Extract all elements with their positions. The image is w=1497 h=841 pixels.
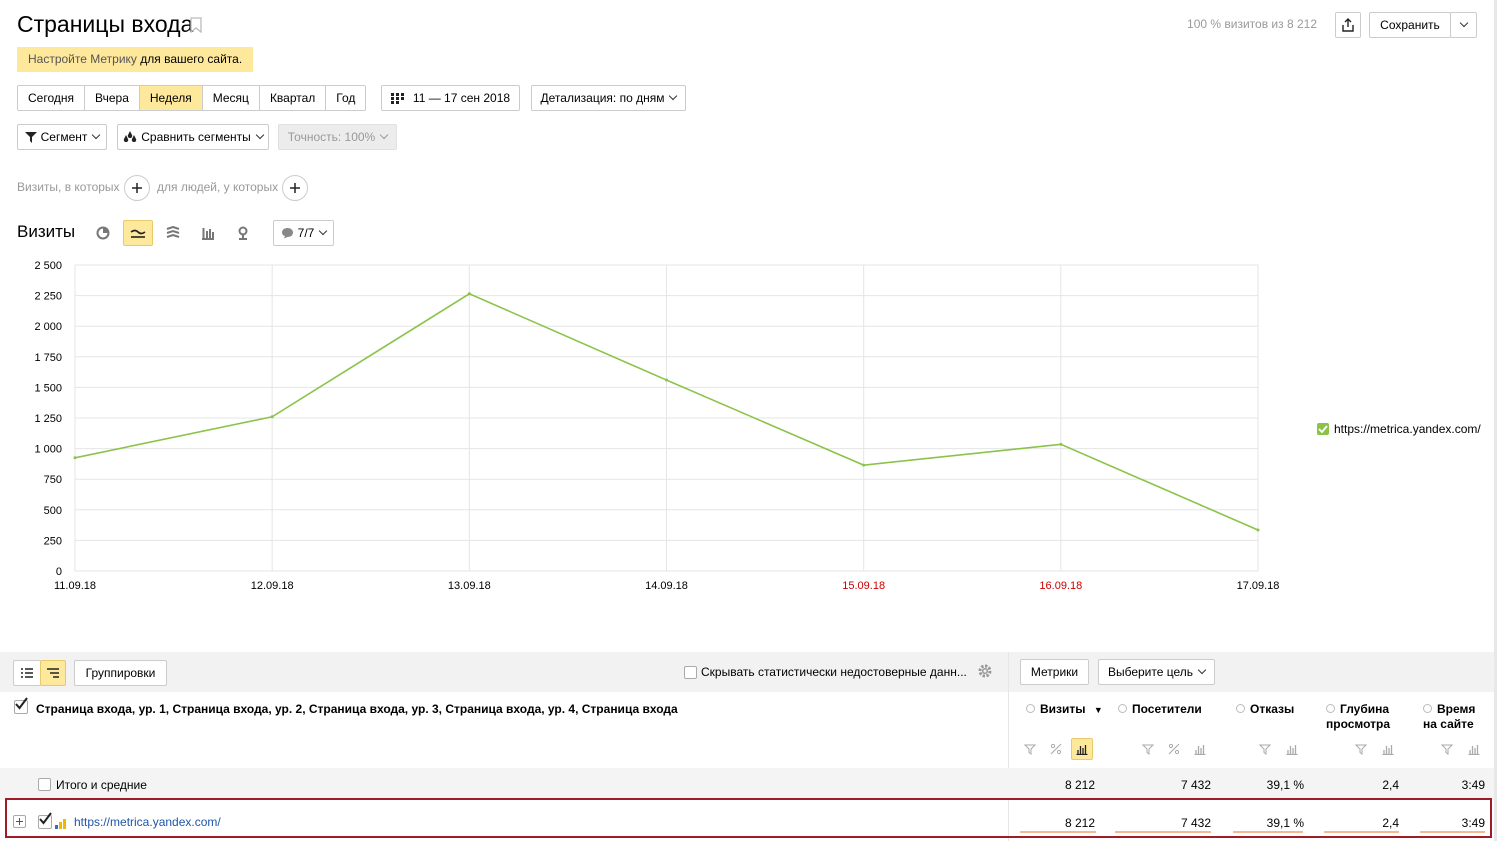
column-bar-chart-icon[interactable] bbox=[1189, 738, 1211, 760]
column-bounces[interactable]: Отказы bbox=[1236, 702, 1294, 717]
totals-checkbox[interactable] bbox=[38, 778, 51, 791]
data-point bbox=[467, 292, 471, 296]
data-point bbox=[665, 378, 668, 382]
row-color-bars-icon bbox=[55, 816, 67, 834]
groupings-button[interactable]: Группировки bbox=[74, 660, 167, 686]
column-filter-icon[interactable] bbox=[1019, 738, 1041, 760]
hide-unreliable-checkbox[interactable] bbox=[684, 666, 697, 679]
y-tick-label: 500 bbox=[44, 505, 62, 517]
column-bar-chart-icon[interactable] bbox=[1281, 738, 1303, 760]
column-bar-chart-icon[interactable] bbox=[1377, 738, 1399, 760]
column-filter-icon[interactable] bbox=[1436, 738, 1458, 760]
check-icon bbox=[39, 812, 52, 825]
column-visitors[interactable]: Посетители bbox=[1118, 702, 1202, 717]
y-tick-label: 1 250 bbox=[34, 413, 62, 425]
row-bounces: 39,1 % bbox=[1266, 816, 1304, 830]
row-visits: 8 212 bbox=[1064, 816, 1095, 830]
list-icon bbox=[21, 668, 33, 678]
y-tick-label: 2 000 bbox=[34, 321, 62, 333]
legend-series-label: https://metrica.yandex.com/ bbox=[1334, 422, 1481, 436]
y-tick-label: 0 bbox=[56, 566, 62, 578]
tree-view-button[interactable] bbox=[40, 660, 66, 686]
dimension-header[interactable]: Страница входа, ур. 1, Страница входа, у… bbox=[36, 702, 678, 716]
hide-unreliable-label: Скрывать статистически недостоверные дан… bbox=[701, 665, 967, 679]
totals-bounces: 39,1 % bbox=[1266, 778, 1304, 792]
x-tick-label: 15.09.18 bbox=[842, 580, 885, 592]
row-depth-bar bbox=[1324, 831, 1399, 833]
list-view-button[interactable] bbox=[13, 660, 41, 686]
column-visits-label: Визиты bbox=[1040, 702, 1086, 716]
totals-visitors: 7 432 bbox=[1180, 778, 1211, 792]
row-visitors-bar bbox=[1115, 831, 1211, 833]
row-url-link[interactable]: https://metrica.yandex.com/ bbox=[74, 815, 221, 829]
expand-row-button[interactable] bbox=[13, 815, 26, 828]
y-tick-label: 1 000 bbox=[34, 444, 62, 456]
column-time[interactable]: Время на сайте bbox=[1423, 702, 1483, 732]
data-point bbox=[862, 463, 866, 467]
column-depth-label: Глубина просмотра bbox=[1326, 702, 1391, 731]
legend-checkbox[interactable] bbox=[1317, 423, 1329, 435]
y-tick-label: 2 250 bbox=[34, 291, 62, 303]
y-tick-label: 750 bbox=[44, 474, 62, 486]
data-point bbox=[73, 456, 77, 460]
totals-depth: 2,4 bbox=[1382, 778, 1399, 792]
data-point bbox=[270, 415, 274, 419]
column-filter-icon[interactable] bbox=[1254, 738, 1276, 760]
data-point bbox=[1059, 442, 1063, 446]
row-checkbox[interactable] bbox=[38, 812, 52, 829]
help-icon[interactable] bbox=[1118, 704, 1127, 713]
percent-icon[interactable] bbox=[1163, 738, 1185, 760]
row-time-bar bbox=[1420, 831, 1485, 833]
x-tick-label: 14.09.18 bbox=[645, 580, 688, 592]
column-bar-chart-icon[interactable] bbox=[1463, 738, 1485, 760]
column-depth[interactable]: Глубина просмотра bbox=[1326, 702, 1396, 732]
column-visits[interactable]: Визиты ▼ bbox=[1026, 702, 1103, 718]
check-icon bbox=[1318, 425, 1328, 433]
help-icon[interactable] bbox=[1236, 704, 1245, 713]
metrics-button[interactable]: Метрики bbox=[1020, 659, 1089, 685]
percent-icon[interactable] bbox=[1045, 738, 1067, 760]
check-icon bbox=[15, 697, 28, 710]
select-goal-label: Выберите цель bbox=[1107, 665, 1194, 679]
column-filter-icon[interactable] bbox=[1137, 738, 1159, 760]
y-tick-label: 2 500 bbox=[34, 260, 62, 272]
data-point bbox=[1256, 528, 1260, 532]
row-bounces-bar bbox=[1233, 831, 1303, 833]
column-filter-icon[interactable] bbox=[1350, 738, 1372, 760]
report-table: Группировки Скрывать статистически недос… bbox=[0, 652, 1497, 841]
select-goal-button[interactable]: Выберите цель bbox=[1098, 659, 1215, 685]
y-tick-label: 250 bbox=[44, 535, 62, 547]
help-icon[interactable] bbox=[1326, 704, 1335, 713]
sort-desc-icon: ▼ bbox=[1093, 705, 1103, 715]
header-checkbox[interactable] bbox=[14, 697, 28, 714]
x-tick-label: 11.09.18 bbox=[54, 580, 96, 592]
totals-time: 3:49 bbox=[1461, 778, 1485, 792]
chevron-down-icon bbox=[1197, 665, 1207, 675]
y-tick-label: 1 500 bbox=[34, 382, 62, 394]
plus-icon bbox=[16, 818, 23, 825]
x-tick-label: 17.09.18 bbox=[1237, 580, 1280, 592]
y-tick-label: 1 750 bbox=[34, 352, 62, 364]
chart-legend: https://metrica.yandex.com/ bbox=[1317, 422, 1481, 436]
help-icon[interactable] bbox=[1423, 704, 1432, 713]
totals-label: Итого и средние bbox=[56, 778, 147, 792]
row-visits-bar bbox=[1020, 831, 1096, 833]
row-visitors: 7 432 bbox=[1180, 816, 1211, 830]
x-tick-label: 13.09.18 bbox=[448, 580, 491, 592]
x-tick-label: 12.09.18 bbox=[251, 580, 294, 592]
help-icon[interactable] bbox=[1026, 704, 1035, 713]
row-depth: 2,4 bbox=[1382, 816, 1399, 830]
column-bounces-label: Отказы bbox=[1250, 702, 1295, 716]
totals-visits: 8 212 bbox=[1064, 778, 1095, 792]
tree-icon bbox=[47, 668, 59, 678]
visits-chart: 2 500 2 250 2 000 1 750 1 500 1 250 1 000 750 50… bbox=[34, 260, 1280, 592]
column-bar-chart-icon[interactable] bbox=[1071, 738, 1093, 760]
table-settings-gear-icon[interactable] bbox=[977, 663, 993, 684]
row-time: 3:49 bbox=[1461, 816, 1485, 830]
column-visitors-label: Посетители bbox=[1132, 702, 1202, 716]
x-tick-label: 16.09.18 bbox=[1039, 580, 1082, 592]
